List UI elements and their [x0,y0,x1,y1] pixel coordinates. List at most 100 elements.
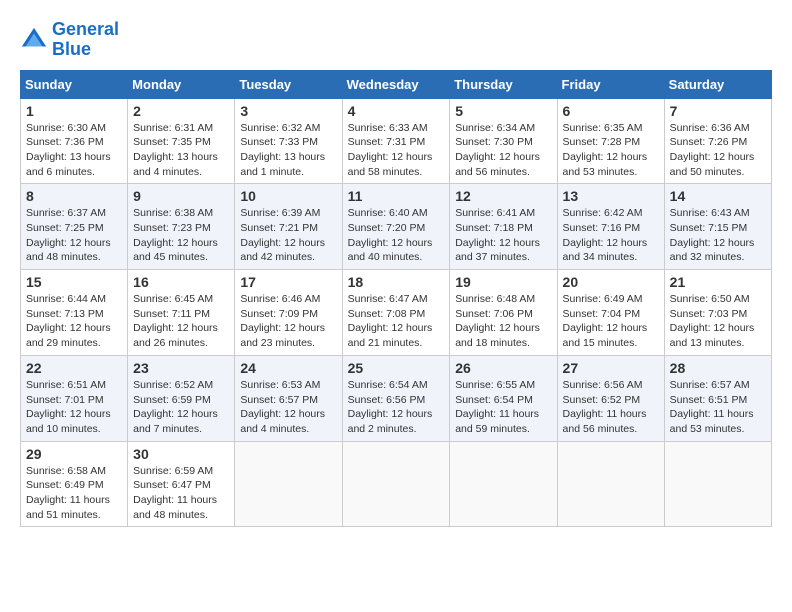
calendar-cell: 23 Sunrise: 6:52 AMSunset: 6:59 PMDayligh… [128,355,235,441]
day-number: 29 [26,446,122,462]
day-number: 16 [133,274,229,290]
calendar-cell: 1 Sunrise: 6:30 AMSunset: 7:36 PMDaylight… [21,98,128,184]
calendar-cell [450,441,557,527]
day-number: 15 [26,274,122,290]
day-info: Sunrise: 6:58 AMSunset: 6:49 PMDaylight:… [26,464,122,523]
day-number: 7 [670,103,766,119]
day-info: Sunrise: 6:41 AMSunset: 7:18 PMDaylight:… [455,206,551,265]
day-number: 4 [348,103,445,119]
day-info: Sunrise: 6:48 AMSunset: 7:06 PMDaylight:… [455,292,551,351]
day-info: Sunrise: 6:31 AMSunset: 7:35 PMDaylight:… [133,121,229,180]
day-info: Sunrise: 6:39 AMSunset: 7:21 PMDaylight:… [240,206,336,265]
col-header-friday: Friday [557,70,664,98]
col-header-tuesday: Tuesday [235,70,342,98]
day-number: 9 [133,188,229,204]
calendar-cell: 17 Sunrise: 6:46 AMSunset: 7:09 PMDayligh… [235,270,342,356]
day-info: Sunrise: 6:43 AMSunset: 7:15 PMDaylight:… [670,206,766,265]
week-row-1: 1 Sunrise: 6:30 AMSunset: 7:36 PMDaylight… [21,98,772,184]
day-info: Sunrise: 6:30 AMSunset: 7:36 PMDaylight:… [26,121,122,180]
day-number: 17 [240,274,336,290]
calendar-cell: 26 Sunrise: 6:55 AMSunset: 6:54 PMDayligh… [450,355,557,441]
calendar-cell: 13 Sunrise: 6:42 AMSunset: 7:16 PMDayligh… [557,184,664,270]
day-number: 13 [563,188,659,204]
calendar-cell: 29 Sunrise: 6:58 AMSunset: 6:49 PMDayligh… [21,441,128,527]
day-info: Sunrise: 6:59 AMSunset: 6:47 PMDaylight:… [133,464,229,523]
day-number: 19 [455,274,551,290]
calendar-cell: 14 Sunrise: 6:43 AMSunset: 7:15 PMDayligh… [664,184,771,270]
calendar-cell [342,441,450,527]
day-info: Sunrise: 6:42 AMSunset: 7:16 PMDaylight:… [563,206,659,265]
day-info: Sunrise: 6:35 AMSunset: 7:28 PMDaylight:… [563,121,659,180]
calendar-cell: 6 Sunrise: 6:35 AMSunset: 7:28 PMDaylight… [557,98,664,184]
header-row: SundayMondayTuesdayWednesdayThursdayFrid… [21,70,772,98]
week-row-5: 29 Sunrise: 6:58 AMSunset: 6:49 PMDayligh… [21,441,772,527]
week-row-4: 22 Sunrise: 6:51 AMSunset: 7:01 PMDayligh… [21,355,772,441]
day-number: 26 [455,360,551,376]
day-number: 12 [455,188,551,204]
page-header: General Blue [20,20,772,60]
day-number: 5 [455,103,551,119]
day-info: Sunrise: 6:38 AMSunset: 7:23 PMDaylight:… [133,206,229,265]
col-header-sunday: Sunday [21,70,128,98]
logo-text: General Blue [52,20,119,60]
col-header-monday: Monday [128,70,235,98]
day-number: 21 [670,274,766,290]
calendar-cell: 24 Sunrise: 6:53 AMSunset: 6:57 PMDayligh… [235,355,342,441]
day-info: Sunrise: 6:56 AMSunset: 6:52 PMDaylight:… [563,378,659,437]
week-row-2: 8 Sunrise: 6:37 AMSunset: 7:25 PMDaylight… [21,184,772,270]
calendar-cell: 27 Sunrise: 6:56 AMSunset: 6:52 PMDayligh… [557,355,664,441]
day-number: 11 [348,188,445,204]
day-info: Sunrise: 6:49 AMSunset: 7:04 PMDaylight:… [563,292,659,351]
calendar-cell [557,441,664,527]
day-number: 14 [670,188,766,204]
day-info: Sunrise: 6:33 AMSunset: 7:31 PMDaylight:… [348,121,445,180]
calendar-cell: 28Sunrise: 6:57 AMSunset: 6:51 PMDayligh… [664,355,771,441]
day-number: 10 [240,188,336,204]
day-number: 22 [26,360,122,376]
calendar-cell: 20 Sunrise: 6:49 AMSunset: 7:04 PMDayligh… [557,270,664,356]
day-number: 3 [240,103,336,119]
day-info: Sunrise: 6:55 AMSunset: 6:54 PMDaylight:… [455,378,551,437]
calendar-cell: 16Sunrise: 6:45 AMSunset: 7:11 PMDayligh… [128,270,235,356]
day-info: Sunrise: 6:46 AMSunset: 7:09 PMDaylight:… [240,292,336,351]
calendar-cell [664,441,771,527]
calendar-cell: 7Sunrise: 6:36 AMSunset: 7:26 PMDaylight… [664,98,771,184]
calendar-table: SundayMondayTuesdayWednesdayThursdayFrid… [20,70,772,528]
day-info: Sunrise: 6:53 AMSunset: 6:57 PMDaylight:… [240,378,336,437]
calendar-cell: 18Sunrise: 6:47 AMSunset: 7:08 PMDayligh… [342,270,450,356]
calendar-cell: 8 Sunrise: 6:37 AMSunset: 7:25 PMDaylight… [21,184,128,270]
day-number: 28 [670,360,766,376]
day-number: 2 [133,103,229,119]
week-row-3: 15 Sunrise: 6:44 AMSunset: 7:13 PMDayligh… [21,270,772,356]
calendar-cell: 21Sunrise: 6:50 AMSunset: 7:03 PMDayligh… [664,270,771,356]
calendar-cell [235,441,342,527]
calendar-cell: 30 Sunrise: 6:59 AMSunset: 6:47 PMDayligh… [128,441,235,527]
day-number: 23 [133,360,229,376]
calendar-cell: 12 Sunrise: 6:41 AMSunset: 7:18 PMDayligh… [450,184,557,270]
calendar-cell: 9 Sunrise: 6:38 AMSunset: 7:23 PMDaylight… [128,184,235,270]
day-info: Sunrise: 6:51 AMSunset: 7:01 PMDaylight:… [26,378,122,437]
calendar-cell: 5Sunrise: 6:34 AMSunset: 7:30 PMDaylight… [450,98,557,184]
day-number: 18 [348,274,445,290]
col-header-thursday: Thursday [450,70,557,98]
calendar-cell: 2 Sunrise: 6:31 AMSunset: 7:35 PMDaylight… [128,98,235,184]
col-header-saturday: Saturday [664,70,771,98]
calendar-cell: 22 Sunrise: 6:51 AMSunset: 7:01 PMDayligh… [21,355,128,441]
day-number: 30 [133,446,229,462]
calendar-cell: 11 Sunrise: 6:40 AMSunset: 7:20 PMDayligh… [342,184,450,270]
day-number: 1 [26,103,122,119]
day-info: Sunrise: 6:44 AMSunset: 7:13 PMDaylight:… [26,292,122,351]
calendar-cell: 10 Sunrise: 6:39 AMSunset: 7:21 PMDayligh… [235,184,342,270]
day-number: 27 [563,360,659,376]
day-info: Sunrise: 6:52 AMSunset: 6:59 PMDaylight:… [133,378,229,437]
day-info: Sunrise: 6:37 AMSunset: 7:25 PMDaylight:… [26,206,122,265]
day-number: 24 [240,360,336,376]
day-info: Sunrise: 6:40 AMSunset: 7:20 PMDaylight:… [348,206,445,265]
day-info: Sunrise: 6:32 AMSunset: 7:33 PMDaylight:… [240,121,336,180]
calendar-cell: 3 Sunrise: 6:32 AMSunset: 7:33 PMDaylight… [235,98,342,184]
day-number: 6 [563,103,659,119]
day-number: 20 [563,274,659,290]
calendar-cell: 4 Sunrise: 6:33 AMSunset: 7:31 PMDaylight… [342,98,450,184]
day-number: 8 [26,188,122,204]
day-info: Sunrise: 6:54 AMSunset: 6:56 PMDaylight:… [348,378,445,437]
